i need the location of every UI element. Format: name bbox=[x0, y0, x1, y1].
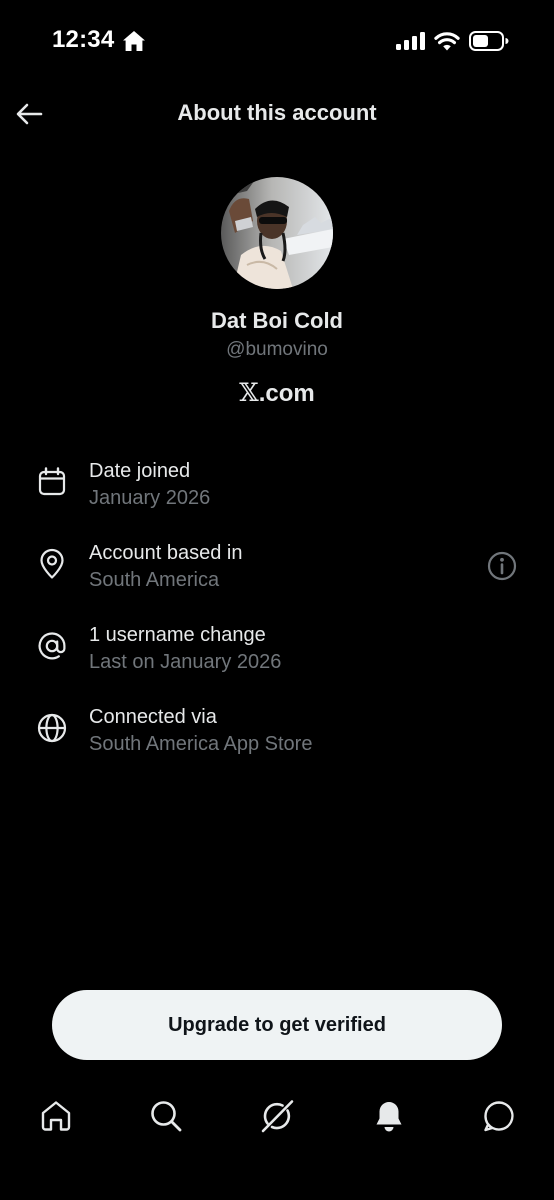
info-title: Account based in bbox=[89, 542, 243, 564]
brand-domain-suffix: .com bbox=[258, 380, 315, 407]
info-row-date-joined: Date joined January 2026 bbox=[0, 444, 554, 526]
info-row-account-based-in: Account based in South America bbox=[0, 526, 554, 608]
account-info-list: Date joined January 2026 Account based i… bbox=[0, 444, 554, 772]
info-value: Last on January 2026 bbox=[89, 651, 282, 673]
info-value: January 2026 bbox=[89, 487, 211, 509]
display-name: Dat Boi Cold bbox=[211, 308, 343, 333]
grok-icon bbox=[261, 1100, 294, 1133]
bottom-tab-bar bbox=[0, 1080, 554, 1152]
status-bar: 12:34 bbox=[0, 0, 554, 84]
header: About this account bbox=[0, 84, 554, 146]
at-sign-icon bbox=[38, 632, 66, 660]
avatar[interactable] bbox=[221, 177, 333, 289]
info-value: South America App Store bbox=[89, 733, 313, 755]
tab-grok[interactable] bbox=[259, 1098, 295, 1134]
location-pin-icon bbox=[40, 548, 64, 579]
avatar-photo bbox=[221, 177, 333, 289]
page-title: About this account bbox=[177, 100, 377, 125]
info-value: South America bbox=[89, 569, 220, 591]
info-row-username-change: 1 username change Last on January 2026 bbox=[0, 608, 554, 690]
x-logo-icon: 𝕏 bbox=[239, 378, 259, 407]
status-time: 12:34 bbox=[52, 26, 115, 53]
globe-icon bbox=[37, 713, 67, 743]
home-icon bbox=[41, 1101, 71, 1131]
brand-domain: 𝕏.com bbox=[0, 378, 554, 408]
info-row-connected-via: Connected via South America App Store bbox=[0, 690, 554, 772]
info-icon[interactable] bbox=[486, 550, 518, 582]
tab-messages[interactable] bbox=[481, 1098, 517, 1134]
calendar-icon bbox=[38, 467, 66, 496]
messages-icon bbox=[484, 1101, 514, 1132]
signal-icon bbox=[396, 32, 425, 50]
tab-notifications[interactable] bbox=[371, 1098, 407, 1134]
wifi-icon bbox=[434, 32, 460, 51]
home-icon bbox=[123, 31, 145, 51]
notifications-bell-icon bbox=[376, 1102, 402, 1132]
info-title: Connected via bbox=[89, 706, 217, 728]
info-title: Date joined bbox=[89, 460, 191, 482]
user-handle: @bumovino bbox=[226, 339, 328, 360]
search-icon bbox=[151, 1101, 182, 1132]
tab-search[interactable] bbox=[148, 1098, 184, 1134]
upgrade-verified-button[interactable]: Upgrade to get verified bbox=[52, 990, 502, 1060]
tab-home[interactable] bbox=[38, 1098, 74, 1134]
battery-icon bbox=[469, 31, 509, 51]
info-title: 1 username change bbox=[89, 624, 266, 646]
